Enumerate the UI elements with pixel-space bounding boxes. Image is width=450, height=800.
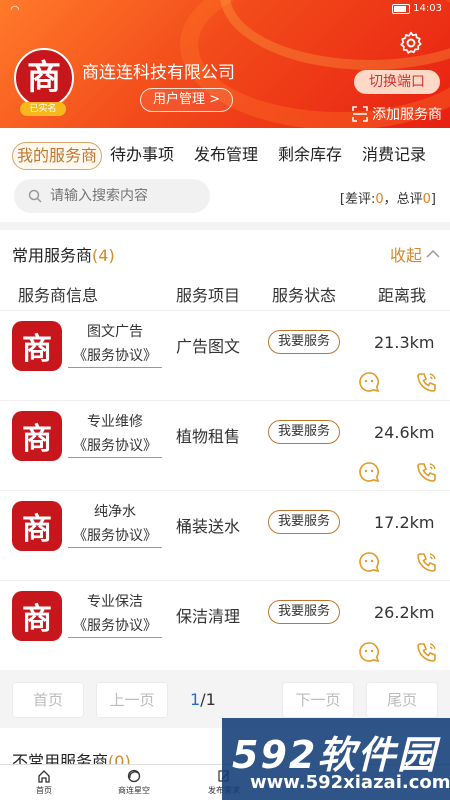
tab-bar: 我的服务商 待办事项 发布管理 剩余库存 消费记录 (0, 128, 450, 182)
column-header-status: 服务状态 (272, 286, 337, 305)
search-row: [差评:0，总评0] (0, 176, 450, 222)
section-title-text: 常用服务商 (12, 246, 93, 265)
battery-icon (392, 4, 410, 14)
gear-icon[interactable] (398, 30, 424, 56)
provider-name: 专业保洁 (87, 594, 143, 610)
collapse-button[interactable]: 收起 (390, 242, 440, 266)
status-bar: ◠ 14:03 (0, 0, 450, 20)
company-name: 商连连科技有限公司 (82, 63, 235, 83)
provider-logo: 商 (12, 321, 62, 371)
total-pages: /1 (200, 690, 216, 709)
evaluation-summary: [差评:0，总评0] (340, 188, 436, 207)
header: ◠ 14:03 商 已实名 商连连科技有限公司 用户管理 > 切换端口 添加服务… (0, 0, 450, 128)
provider-logo-char: 商 (22, 332, 52, 367)
phone-icon[interactable] (416, 551, 438, 573)
nav-item-starry[interactable]: 商连星空 (104, 769, 164, 796)
column-header-service: 服务项目 (176, 286, 241, 305)
wifi-icon: ◠ (10, 3, 20, 16)
tab-consumption[interactable]: 消费记录 (362, 142, 426, 170)
provider-name: 图文广告 (87, 324, 143, 340)
search-box[interactable] (14, 179, 210, 213)
bad-review-count: 0 (375, 192, 384, 207)
provider-name: 纯净水 (94, 504, 136, 520)
service-agreement-link[interactable]: 《服务协议》 (68, 345, 162, 368)
section-title: 常用服务商(4) (12, 242, 115, 266)
column-header-distance: 距离我 (378, 286, 427, 305)
provider-logo: 商 (12, 591, 62, 641)
home-icon (38, 770, 50, 783)
tab-my-providers[interactable]: 我的服务商 (12, 142, 103, 170)
service-item: 广告图文 (176, 337, 241, 356)
phone-icon[interactable] (416, 641, 438, 663)
planet-icon (127, 769, 141, 783)
distance: 21.3km (374, 333, 435, 352)
provider-row[interactable]: 商 纯净水 《服务协议》 桶装送水 我要服务 17.2km (0, 490, 450, 580)
chat-icon[interactable] (358, 461, 380, 483)
provider-name: 专业维修 (87, 414, 143, 430)
chat-icon[interactable] (358, 371, 380, 393)
tab-todo[interactable]: 待办事项 (110, 142, 174, 170)
provider-row[interactable]: 商 专业保洁 《服务协议》 保洁清理 我要服务 26.2km (0, 580, 450, 670)
search-icon (28, 189, 42, 203)
total-review-count: 0 (422, 192, 431, 207)
tab-inventory[interactable]: 剩余库存 (278, 142, 342, 170)
search-input[interactable] (50, 188, 190, 204)
user-management-button[interactable]: 用户管理 > (140, 88, 234, 112)
prev-page-button[interactable]: 上一页 (96, 682, 168, 718)
add-provider-label: 添加服务商 (372, 107, 442, 123)
first-page-button[interactable]: 首页 (12, 682, 84, 718)
provider-logo-char: 商 (22, 512, 52, 547)
section-count: (4) (92, 246, 115, 265)
provider-row[interactable]: 商 图文广告 《服务协议》 广告图文 我要服务 21.3km (0, 310, 450, 400)
eval-suffix: ] (430, 192, 436, 207)
service-item: 保洁清理 (176, 607, 241, 626)
provider-logo-char: 商 (22, 422, 52, 457)
verified-badge: 已实名 (20, 102, 66, 116)
nav-label: 首页 (36, 786, 52, 795)
distance: 26.2km (374, 603, 435, 622)
provider-logo: 商 (12, 411, 62, 461)
service-agreement-link[interactable]: 《服务协议》 (68, 615, 162, 638)
distance: 17.2km (374, 513, 435, 532)
watermark: 592软件园 www.592xiazai.com (222, 718, 450, 800)
request-service-button[interactable]: 我要服务 (268, 330, 340, 354)
tab-publish[interactable]: 发布管理 (194, 142, 258, 170)
scan-icon (352, 106, 368, 122)
watermark-url: www.592xiazai.com (250, 772, 450, 793)
column-header-provider: 服务商信息 (18, 286, 99, 305)
next-page-button[interactable]: 下一页 (282, 682, 354, 718)
current-page: 1 (190, 690, 201, 709)
service-item: 植物租售 (176, 427, 241, 446)
provider-logo: 商 (12, 501, 62, 551)
request-service-button[interactable]: 我要服务 (268, 600, 340, 624)
service-agreement-link[interactable]: 《服务协议》 (68, 525, 162, 548)
add-provider-button[interactable]: 添加服务商 (352, 104, 442, 124)
service-agreement-link[interactable]: 《服务协议》 (68, 435, 162, 458)
watermark-title: 592软件园 (232, 733, 438, 777)
chevron-up-icon (426, 249, 440, 258)
distance: 24.6km (374, 423, 435, 442)
page-indicator: 1/1 (190, 690, 216, 709)
eval-mid: ，总评 (383, 192, 423, 207)
clock: 14:03 (413, 3, 442, 14)
phone-icon[interactable] (416, 461, 438, 483)
switch-port-button[interactable]: 切换端口 (354, 70, 440, 94)
provider-logo-char: 商 (22, 602, 52, 637)
chat-icon[interactable] (358, 551, 380, 573)
request-service-button[interactable]: 我要服务 (268, 420, 340, 444)
last-page-button[interactable]: 尾页 (366, 682, 438, 718)
chat-icon[interactable] (358, 641, 380, 663)
request-service-button[interactable]: 我要服务 (268, 510, 340, 534)
service-item: 桶装送水 (176, 517, 241, 536)
logo-char: 商 (27, 58, 61, 98)
collapse-label: 收起 (389, 246, 422, 265)
provider-row[interactable]: 商 专业维修 《服务协议》 植物租售 我要服务 24.6km (0, 400, 450, 490)
nav-label: 商连星空 (118, 786, 150, 795)
company-logo: 商 (14, 48, 74, 108)
common-providers-section: 常用服务商(4) 收起 服务商信息 服务项目 服务状态 距离我 商 图文广告 《… (0, 230, 450, 670)
eval-prefix: [差评: (339, 192, 376, 207)
phone-icon[interactable] (416, 371, 438, 393)
nav-item-home[interactable]: 首页 (14, 769, 74, 796)
